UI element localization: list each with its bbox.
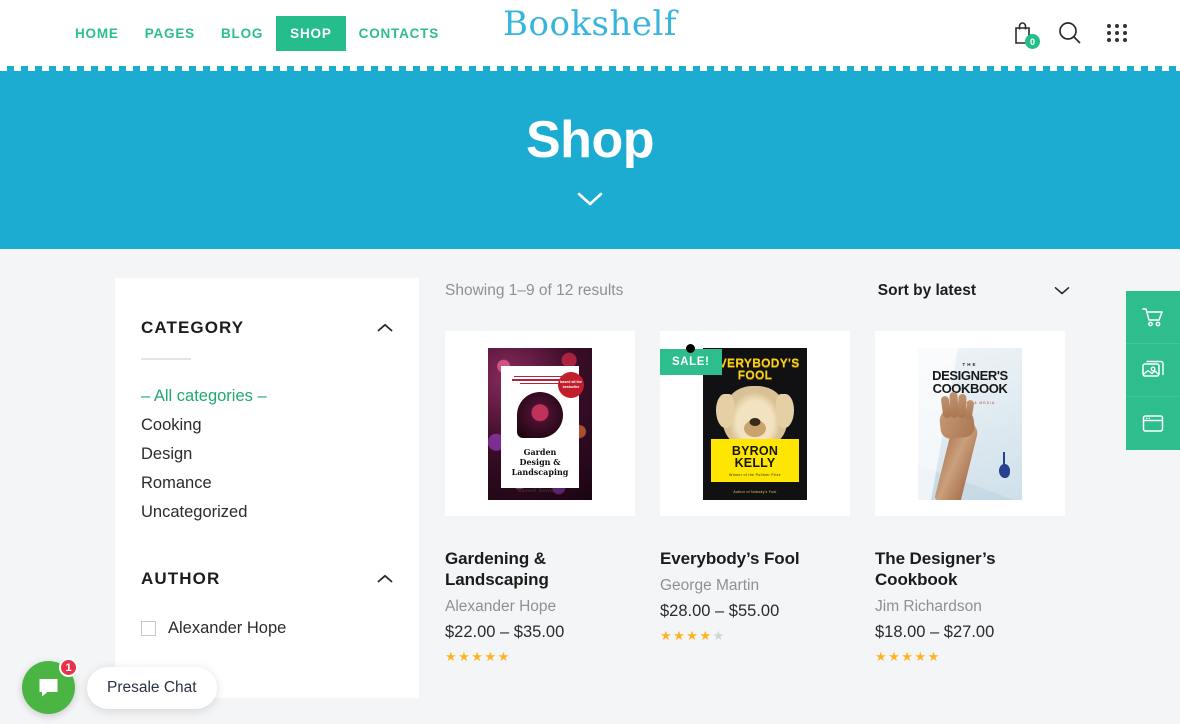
presale-chat-widget: 1 Presale Chat [22,658,217,714]
product-title[interactable]: The Designer’s Cookbook [875,548,1065,590]
product-rating: ★★★★★ [660,628,726,644]
cover-seal-badge: based all the bestseller [558,371,584,398]
results-count: Showing 1–9 of 12 results [445,282,624,299]
product-listing: Showing 1–9 of 12 results Sort by latest [445,249,1070,665]
grid-dots [1107,24,1128,42]
cover-author-line2: KELLY [734,456,776,470]
product-price: $22.00 – $35.00 [445,623,565,642]
side-action-panel [1126,291,1180,450]
product-card[interactable]: SALE! EVERYBODY'S FOOL BYRON KELLY Winne… [660,331,850,665]
category-item-design[interactable]: Design [141,440,393,469]
product-card[interactable]: Garden Design & Landscaping Russell Reyn… [445,331,635,665]
cart-count-badge: 0 [1025,34,1040,49]
cover-dog-nose [749,417,761,426]
main-content: CATEGORY – All categories – Cooking Desi… [0,249,1180,724]
product-image[interactable]: SALE! EVERYBODY'S FOOL BYRON KELLY Winne… [660,331,850,516]
nav-item-blog[interactable]: BLOG [208,17,276,50]
category-item-uncategorized[interactable]: Uncategorized [141,498,393,527]
search-icon[interactable] [1057,20,1083,46]
author-item-alexander-hope[interactable]: Alexander Hope [141,615,393,642]
chevron-down-icon[interactable] [577,192,603,212]
book-cover-gardening: Garden Design & Landscaping Russell Reyn… [488,347,592,500]
main-navigation: HOME PAGES BLOG SHOP CONTACTS [62,15,452,51]
header-icon-group: 0 [1012,0,1128,66]
author-list: Alexander Hope [141,615,393,642]
product-author: Jim Richardson [875,598,982,616]
chevron-up-icon[interactable] [377,570,393,588]
images-gallery-icon[interactable] [1126,344,1180,397]
cover-title: DESIGNER'S COOKBOOK [932,367,1008,396]
page-hero-banner: Shop [0,71,1180,249]
product-title[interactable]: Gardening & Landscaping [445,548,635,590]
author-widget-header[interactable]: AUTHOR [141,569,393,589]
nav-item-contacts[interactable]: CONTACTS [346,17,452,50]
product-price: $18.00 – $27.00 [875,623,995,642]
product-grid: Garden Design & Landscaping Russell Reyn… [445,331,1070,665]
cover-byline: Russell Reynolds [517,489,563,494]
site-header: HOME PAGES BLOG SHOP CONTACTS Bookshelf … [0,0,1180,66]
product-title[interactable]: Everybody’s Fool [660,548,850,569]
page-title: Shop [526,111,654,169]
product-rating: ★★★★★ [445,649,511,665]
category-widget-header[interactable]: CATEGORY [141,318,393,338]
product-card[interactable]: THE DESIGNER'S COOKBOOK IN COLORS & MEDI… [875,331,1065,665]
chevron-up-icon[interactable] [377,319,393,337]
category-item-romance[interactable]: Romance [141,469,393,498]
product-image[interactable]: Garden Design & Landscaping Russell Reyn… [445,331,635,516]
shopping-cart-icon[interactable] [1126,291,1180,344]
category-item-all[interactable]: – All categories – [141,382,393,411]
cover-flower-graphic [517,392,563,438]
chat-bubble-icon[interactable]: 1 [22,658,78,714]
category-divider [141,358,191,360]
chevron-down-icon[interactable] [1054,282,1070,300]
shop-page: HOME PAGES BLOG SHOP CONTACTS Bookshelf … [0,0,1180,724]
cover-ink-splash [999,451,1010,478]
author-item-label: Alexander Hope [168,619,287,637]
author-checkbox[interactable] [141,621,156,636]
cover-subtitle: Winner of the Pulitzer Prize [729,472,781,477]
author-widget-title: AUTHOR [141,569,221,588]
mouse-cursor [686,344,695,353]
chat-label[interactable]: Presale Chat [87,666,217,709]
nav-item-pages[interactable]: PAGES [132,17,208,50]
cover-eyebrow: THE [962,361,978,367]
product-author: Alexander Hope [445,598,557,616]
category-widget-title: CATEGORY [141,318,245,337]
browser-window-icon[interactable] [1126,397,1180,450]
shopping-bag-icon[interactable]: 0 [1012,21,1040,49]
sort-dropdown[interactable]: Sort by latest [878,282,1070,300]
sort-dropdown-label: Sort by latest [877,282,976,299]
cover-author-band: BYRON KELLY Winner of the Pulitzer Prize [711,438,799,482]
category-item-cooking[interactable]: Cooking [141,411,393,440]
chat-unread-badge: 1 [59,658,78,677]
product-author: George Martin [660,577,760,595]
nav-item-home[interactable]: HOME [62,17,132,50]
cover-headline: Garden Design & Landscaping [511,447,569,477]
nav-item-shop[interactable]: SHOP [276,15,346,51]
category-list: – All categories – Cooking Design Romanc… [141,382,393,527]
grid-menu-icon[interactable] [1107,24,1128,42]
product-rating: ★★★★★ [875,649,941,665]
listing-toolbar: Showing 1–9 of 12 results Sort by latest [445,249,1070,309]
cover-footer: Author of Nobody's Fool [733,489,777,494]
product-image[interactable]: THE DESIGNER'S COOKBOOK IN COLORS & MEDI… [875,331,1065,516]
book-cover-designers-cookbook: THE DESIGNER'S COOKBOOK IN COLORS & MEDI… [918,347,1022,500]
filters-sidebar: CATEGORY – All categories – Cooking Desi… [115,278,419,698]
product-price: $28.00 – $55.00 [660,602,780,621]
